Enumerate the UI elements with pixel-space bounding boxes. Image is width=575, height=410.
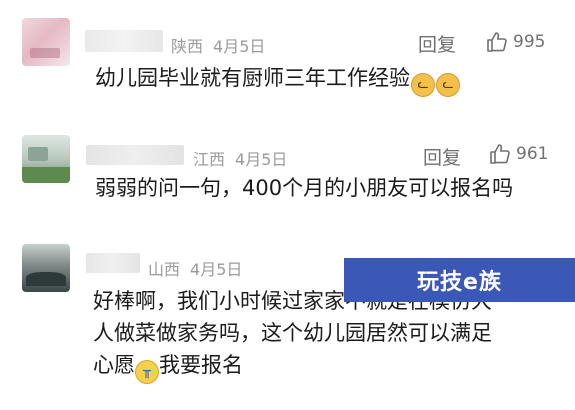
region-label: 陕西 [171, 37, 204, 56]
comment-text: 幼儿园毕业就有厨师三年工作经验 ᓚ ᓚ [95, 62, 460, 97]
date-label: 4月5日 [235, 150, 288, 169]
comment-text: 弱弱的问一句，400个月的小朋友可以报名吗 [95, 176, 514, 200]
comment-text-body: 幼儿园毕业就有厨师三年工作经验 [95, 66, 410, 90]
like-count: 995 [513, 32, 546, 52]
avatar[interactable] [22, 18, 70, 66]
username[interactable] [86, 145, 184, 165]
crying-face-icon: ╥ [135, 360, 159, 384]
comment-text-line: 人做菜做家务吗，这个幼儿园居然可以满足 [93, 321, 492, 345]
username[interactable] [85, 30, 163, 52]
comment-meta: 陕西 4月5日 [171, 33, 265, 57]
watermark-label: 玩技e族 [417, 270, 502, 295]
region-label: 山西 [148, 260, 181, 279]
avatar[interactable] [22, 244, 70, 292]
thumbs-up-icon [487, 32, 507, 52]
thumbs-up-icon [490, 144, 510, 164]
date-label: 4月5日 [190, 260, 243, 279]
cat-face-icon: ᓚ [436, 73, 460, 97]
like-button[interactable]: 961 [488, 142, 548, 166]
comment-text-segment: 心愿 [93, 353, 135, 377]
date-label: 4月5日 [213, 37, 266, 56]
cat-face-icon: ᓚ [411, 73, 435, 97]
comment-text-line: 心愿 ╥ 我要报名 [93, 349, 492, 384]
reply-button[interactable]: 回复 [418, 30, 456, 57]
reply-button[interactable]: 回复 [423, 143, 461, 170]
username[interactable] [86, 253, 140, 273]
region-label: 江西 [193, 150, 226, 169]
avatar[interactable] [22, 135, 70, 183]
watermark-logo: 玩技e族 [344, 258, 575, 302]
like-count: 961 [516, 144, 549, 164]
comment-meta: 山西 4月5日 [148, 256, 242, 280]
comment-meta: 江西 4月5日 [193, 146, 287, 170]
comment-text-segment: 我要报名 [159, 353, 243, 377]
like-button[interactable]: 995 [485, 30, 545, 54]
